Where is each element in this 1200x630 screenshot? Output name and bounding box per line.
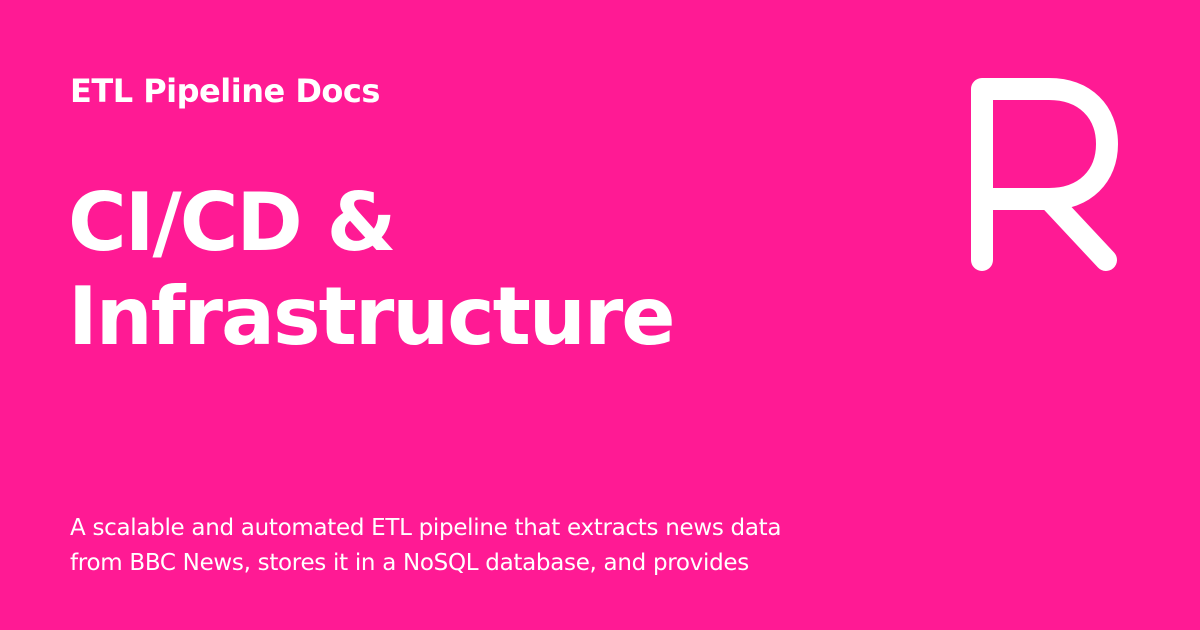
page-description: A scalable and automated ETL pipeline th… (70, 511, 781, 581)
page-title: CI/CD & Infrastructure (68, 176, 928, 364)
page-title-line-2: Infrastructure (68, 270, 676, 363)
site-name: ETL Pipeline Docs (70, 72, 380, 110)
page-title-line-1: CI/CD & (68, 176, 396, 269)
description-line-2: from BBC News, stores it in a NoSQL data… (70, 550, 749, 576)
social-preview-card: ETL Pipeline Docs CI/CD & Infrastructure… (0, 0, 1200, 630)
description-line-1: A scalable and automated ETL pipeline th… (70, 515, 782, 541)
r-letter-logo-icon (971, 78, 1118, 271)
